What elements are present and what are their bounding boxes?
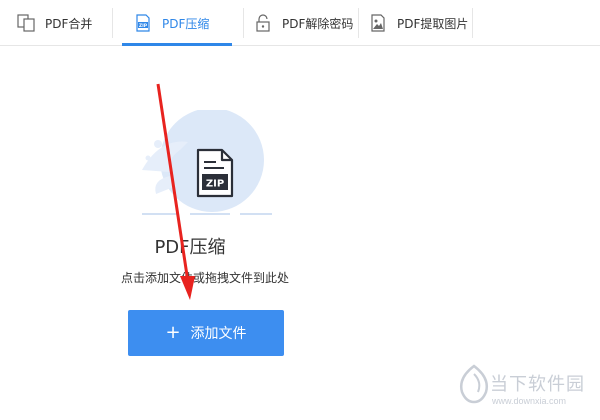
zip-label: ZIP <box>206 179 224 190</box>
tab-label: PDF压缩 <box>162 16 210 31</box>
tab-divider <box>112 8 113 38</box>
merge-icon <box>16 13 36 33</box>
tab-divider <box>472 8 473 38</box>
tab-pdf-merge[interactable]: PDF合并 <box>16 0 92 46</box>
add-file-label: 添加文件 <box>190 326 247 342</box>
watermark-url: www.downxia.com <box>492 396 567 406</box>
tab-label: PDF解除密码 <box>282 16 354 31</box>
image-icon <box>368 13 388 33</box>
tab-bar: PDF合并 ZIP PDF压缩 PDF解除密码 PDF提取图片 <box>0 0 600 46</box>
compress-illustration: ZIP <box>130 108 280 220</box>
active-tab-indicator <box>122 43 232 46</box>
tab-divider <box>358 8 359 38</box>
page-title: PDF压缩 <box>154 237 226 258</box>
tab-divider <box>243 8 244 38</box>
watermark: 当下软件园 www.downxia.com <box>456 364 596 416</box>
tab-pdf-unlock[interactable]: PDF解除密码 <box>253 0 353 46</box>
tab-pdf-compress[interactable]: ZIP PDF压缩 <box>133 0 209 46</box>
watermark-logo-icon <box>460 364 488 404</box>
tab-label: PDF提取图片 <box>397 16 469 31</box>
tab-label: PDF合并 <box>45 16 93 31</box>
add-file-button[interactable]: + 添加文件 <box>128 310 284 356</box>
plus-icon: + <box>165 322 181 343</box>
drop-hint: 点击添加文件或拖拽文件到此处 <box>120 271 289 285</box>
unlock-icon <box>253 13 273 33</box>
svg-text:ZIP: ZIP <box>139 23 148 29</box>
zip-icon: ZIP <box>133 13 153 33</box>
annotation-arrow <box>156 83 195 300</box>
tab-pdf-extract-images[interactable]: PDF提取图片 <box>368 0 468 46</box>
watermark-text: 当下软件园 <box>490 374 585 395</box>
